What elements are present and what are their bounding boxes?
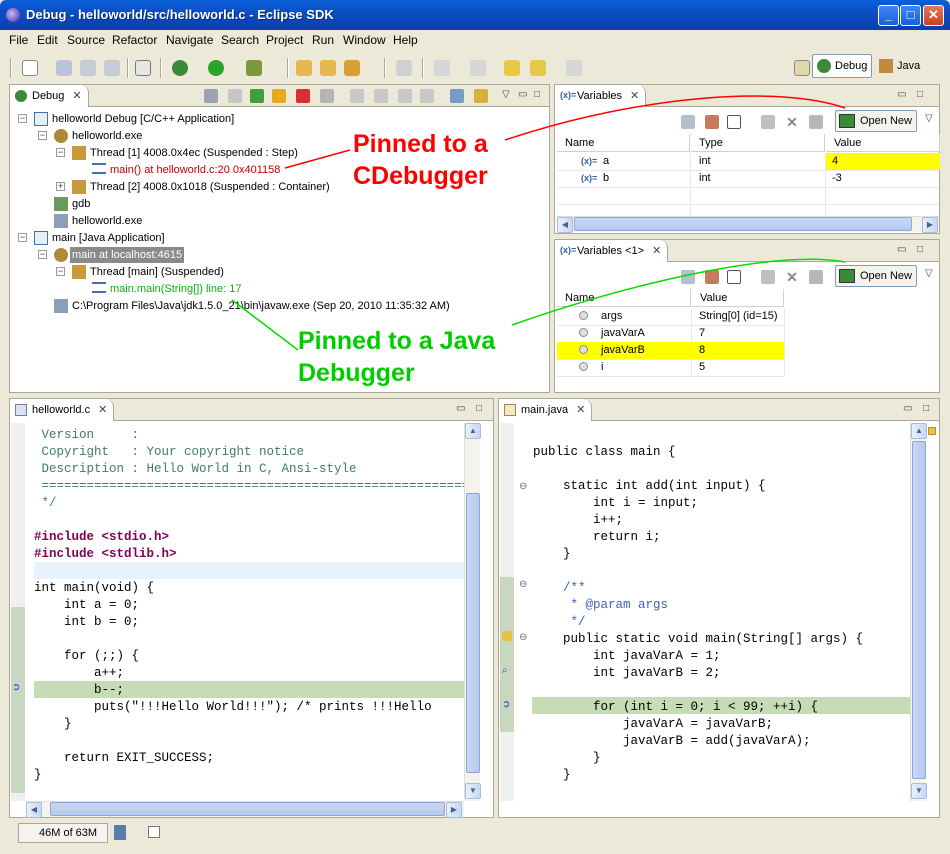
c-pointer-curve [504, 95, 846, 141]
heap-status[interactable]: 46M of 63M [18, 823, 108, 843]
garbage-collect-icon[interactable] [114, 825, 126, 840]
status-bar: 46M of 63M [0, 818, 950, 854]
java-pointer-line [231, 299, 299, 351]
annotation-java-line1: Pinned to a Java [298, 327, 496, 355]
annotation-c-line2: CDebugger [353, 162, 488, 190]
annotation-c-line1: Pinned to a [353, 130, 488, 158]
annotation-java-line2: Debugger [298, 359, 415, 387]
fast-view-icon[interactable] [148, 826, 160, 838]
c-pointer-line [284, 149, 351, 169]
java-pointer-curve [511, 258, 846, 326]
